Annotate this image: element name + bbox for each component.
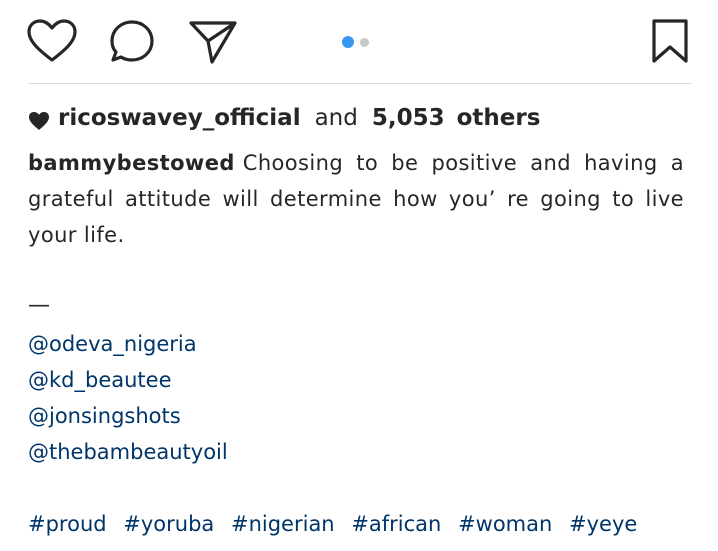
hashtag-link[interactable]: #woman bbox=[458, 512, 552, 536]
hashtag-link[interactable]: #proud bbox=[28, 512, 107, 536]
mention-link[interactable]: @odeva_nigeria bbox=[28, 326, 228, 362]
save-bookmark-icon[interactable] bbox=[650, 18, 690, 66]
liked-by-username[interactable]: ricoswavey_official bbox=[58, 105, 301, 131]
post-caption: bammybestowed Choosing to be positive and… bbox=[28, 145, 684, 253]
hashtags-list: #proud #yoruba #nigerian #african #woman… bbox=[28, 506, 647, 542]
likes-heart-icon bbox=[28, 105, 58, 131]
hashtag-link[interactable]: #yoruba bbox=[123, 512, 214, 536]
likes-and-text: and bbox=[314, 105, 358, 131]
carousel-dot[interactable] bbox=[360, 37, 369, 47]
carousel-indicator bbox=[342, 35, 375, 49]
hashtag-link[interactable]: #nigerian bbox=[231, 512, 335, 536]
mentions-list: @odeva_nigeria @kd_beautee @jonsingshots… bbox=[28, 326, 228, 470]
likes-summary[interactable]: ricoswavey_official and 5,053 others bbox=[28, 100, 540, 136]
mention-link[interactable]: @thebambeautyoil bbox=[28, 434, 228, 470]
like-heart-icon[interactable] bbox=[26, 18, 78, 66]
divider bbox=[28, 83, 692, 84]
hashtag-link[interactable]: #african bbox=[351, 512, 441, 536]
likes-others-text[interactable]: others bbox=[457, 105, 541, 131]
mention-link[interactable]: @jonsingshots bbox=[28, 398, 228, 434]
caption-username[interactable]: bammybestowed bbox=[28, 151, 235, 175]
carousel-dot-active[interactable] bbox=[342, 36, 354, 48]
share-paper-plane-icon[interactable] bbox=[187, 18, 239, 66]
comment-icon[interactable] bbox=[108, 18, 158, 66]
hashtag-link[interactable]: #yeye bbox=[569, 512, 637, 536]
likes-count[interactable]: 5,053 bbox=[372, 105, 445, 131]
post-action-bar bbox=[0, 0, 718, 84]
mention-link[interactable]: @kd_beautee bbox=[28, 362, 228, 398]
caption-separator: — bbox=[28, 293, 50, 318]
